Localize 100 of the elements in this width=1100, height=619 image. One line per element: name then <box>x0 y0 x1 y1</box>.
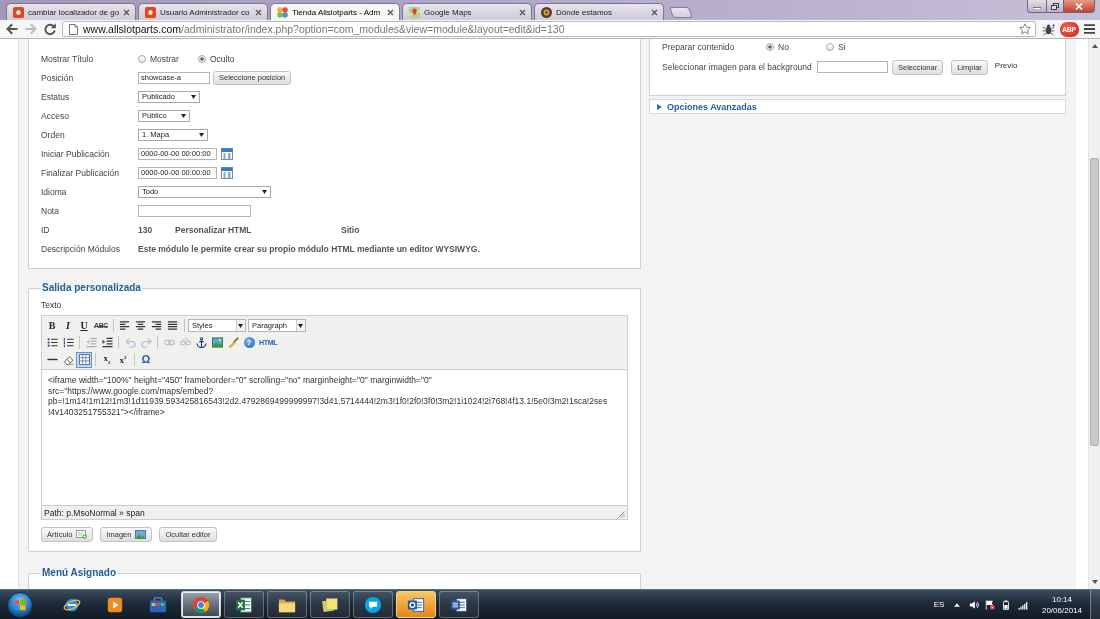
caret-icon <box>238 323 244 328</box>
field-label: Texto <box>41 299 63 311</box>
field-label: Acceso <box>41 110 70 121</box>
clock-date[interactable]: 20/06/2014 <box>1041 604 1082 616</box>
play-icon <box>106 595 124 614</box>
scrollbar[interactable] <box>1088 39 1100 589</box>
outdent-icon <box>85 337 97 348</box>
add-document-icon <box>76 530 88 539</box>
close-icon[interactable] <box>651 8 658 16</box>
brush-icon <box>227 337 239 348</box>
resize-grip-icon[interactable] <box>618 511 625 518</box>
square-favicon-icon <box>13 6 24 18</box>
field-label: Estatus <box>41 91 71 102</box>
close-icon[interactable] <box>255 8 262 16</box>
bold-button[interactable]: B <box>44 317 60 334</box>
browser-tab[interactable]: cambiar localizador de go <box>6 3 136 20</box>
browser-tab[interactable]: Dónde estamos <box>534 3 664 20</box>
close-icon[interactable] <box>123 8 131 16</box>
new-tab-button[interactable] <box>669 7 693 18</box>
signal-bars-icon[interactable] <box>1018 599 1028 610</box>
field-label: ID <box>41 224 51 235</box>
caret-icon <box>262 189 267 194</box>
module-description: Este módulo le permite crear su propio módulo HTML mediante un editor WYSIWYG. <box>138 243 481 254</box>
document-icon <box>450 595 468 614</box>
browser-tab[interactable]: Google Maps <box>402 3 532 20</box>
special-character-button[interactable]: Ω <box>138 351 154 368</box>
spreadsheet-icon <box>235 595 253 614</box>
field-label: Posición <box>41 72 75 83</box>
field-label: Finalizar Publicación <box>41 167 120 178</box>
toolbox-icon <box>149 595 167 614</box>
info-value: 130 <box>138 224 154 235</box>
browser-tab[interactable]: Tienda Allslotparts - Adm <box>270 3 400 20</box>
align-center-icon <box>135 320 147 331</box>
radio-label: Si <box>838 42 846 52</box>
radio-button[interactable] <box>138 54 146 63</box>
close-icon[interactable] <box>519 8 526 16</box>
address-bar[interactable]: www.allslotparts.com/administrator/index.php?option=com_modules&view=module&layout=edit&id=130 <box>62 21 1036 37</box>
map-favicon-icon <box>409 6 420 18</box>
calendar-icon[interactable] <box>221 147 233 160</box>
picture-button[interactable] <box>209 334 225 351</box>
field-label: Seleccionar imagen para el background <box>662 62 813 72</box>
radio-label: No <box>778 42 789 52</box>
round-chat-icon <box>364 595 382 614</box>
scrollbar-thumb[interactable] <box>1090 158 1099 446</box>
radio-label: Oculto <box>210 53 235 64</box>
subscript-button[interactable]: x$_{2}$ <box>99 351 115 368</box>
square-favicon-icon <box>145 6 156 18</box>
restore-icon <box>1051 2 1059 10</box>
restore-button[interactable] <box>1046 0 1064 13</box>
menu-icon[interactable] <box>1083 24 1095 34</box>
redo-icon <box>140 337 152 348</box>
radio-button[interactable] <box>766 43 774 51</box>
field-label: Idioma <box>41 186 68 197</box>
field-label: Mostrar Título <box>41 53 95 64</box>
speaker-icon[interactable] <box>969 599 979 610</box>
unlink-icon <box>179 337 191 348</box>
calendar-icon[interactable] <box>221 166 233 179</box>
preview-label: Previo <box>994 61 1018 70</box>
window-close-button[interactable] <box>1064 0 1095 13</box>
indent-icon <box>101 337 113 348</box>
start-orb-icon <box>7 591 33 618</box>
show-desktop-button[interactable] <box>1090 590 1100 619</box>
page-icon <box>69 23 78 35</box>
superscript-button[interactable]: x$^{2}$ <box>115 351 131 368</box>
eraser-icon <box>62 354 74 365</box>
reload-icon[interactable] <box>43 22 57 36</box>
radio-label: Mostrar <box>150 53 179 64</box>
close-icon[interactable] <box>387 8 394 16</box>
caret-icon <box>199 132 204 137</box>
scroll-up-icon[interactable] <box>1091 44 1098 48</box>
field-label: Iniciar Publicación <box>41 148 111 159</box>
underline-button[interactable]: U <box>76 317 92 334</box>
browser-tab[interactable]: Usuario Administrador co <box>138 3 268 20</box>
info-value: Personalizar HTML <box>175 224 253 235</box>
italic-button[interactable]: I <box>60 317 76 334</box>
text-field[interactable] <box>817 61 888 73</box>
field-label: Nota <box>41 205 60 216</box>
field-label: Descripción Módulos <box>41 243 121 254</box>
sticky-notes-icon <box>321 595 339 614</box>
radio-button[interactable] <box>826 43 834 51</box>
anchor-icon <box>195 337 207 348</box>
advanced-options-bar[interactable]: Opciones Avanzadas <box>649 99 1066 114</box>
table-grid-button[interactable] <box>76 351 92 368</box>
star-icon[interactable] <box>1019 23 1031 35</box>
back-icon[interactable] <box>5 22 19 36</box>
scroll-down-icon[interactable] <box>1091 580 1098 584</box>
taskbar-button[interactable] <box>396 591 436 618</box>
caret-icon <box>191 94 196 99</box>
language-indicator[interactable]: ES <box>930 600 948 609</box>
brush-button[interactable] <box>225 334 241 351</box>
flag-icon[interactable] <box>985 599 995 610</box>
clock-time[interactable]: 10:14 <box>1052 593 1072 605</box>
bug-icon[interactable] <box>1042 22 1056 36</box>
field-label: Preparar contenido <box>662 42 736 52</box>
text-field[interactable] <box>138 204 251 217</box>
battery-icon[interactable] <box>1001 599 1011 610</box>
minimize-button[interactable] <box>1027 0 1046 13</box>
picture-icon <box>211 337 223 348</box>
align-left-icon <box>119 320 131 331</box>
radio-button[interactable] <box>198 54 206 63</box>
